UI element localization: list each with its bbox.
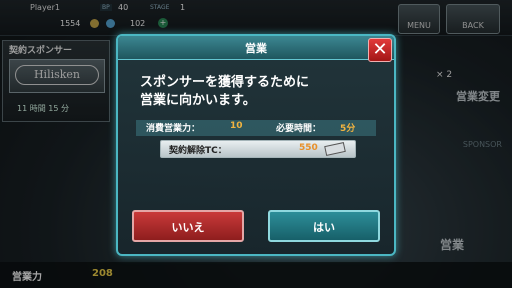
sales-dialog: 営業 ✕ スポンサーを獲得するために 営業に向かいます。 消費営業力： 10 必… xyxy=(116,34,396,256)
cost-label: 消費営業力： xyxy=(146,124,201,134)
time-label: 必要時間： xyxy=(276,124,322,134)
close-icon: ✕ xyxy=(372,39,388,60)
cancel-tc-row: 契約解除TC： 550 xyxy=(160,140,356,158)
yes-button[interactable]: はい xyxy=(268,210,380,242)
cost-value: 10 xyxy=(230,121,243,131)
ticket-icon xyxy=(324,142,346,156)
message-line-1: スポンサーを獲得するために xyxy=(140,75,310,90)
tc-label: 契約解除TC： xyxy=(169,146,227,156)
message-line-2: 営業に向かいます。 xyxy=(140,93,256,108)
time-value: 5分 xyxy=(340,124,356,134)
cost-time-row: 消費営業力： 10 必要時間： 5分 xyxy=(136,120,376,136)
close-button[interactable]: ✕ xyxy=(368,38,392,62)
dialog-header: 営業 xyxy=(118,36,394,60)
no-button-label: いいえ xyxy=(171,221,205,234)
tc-value: 550 xyxy=(299,143,318,153)
yes-button-label: はい xyxy=(313,221,335,234)
no-button[interactable]: いいえ xyxy=(132,210,244,242)
dialog-title: 営業 xyxy=(245,42,267,55)
dialog-message: スポンサーを獲得するために 営業に向かいます。 xyxy=(140,74,380,110)
